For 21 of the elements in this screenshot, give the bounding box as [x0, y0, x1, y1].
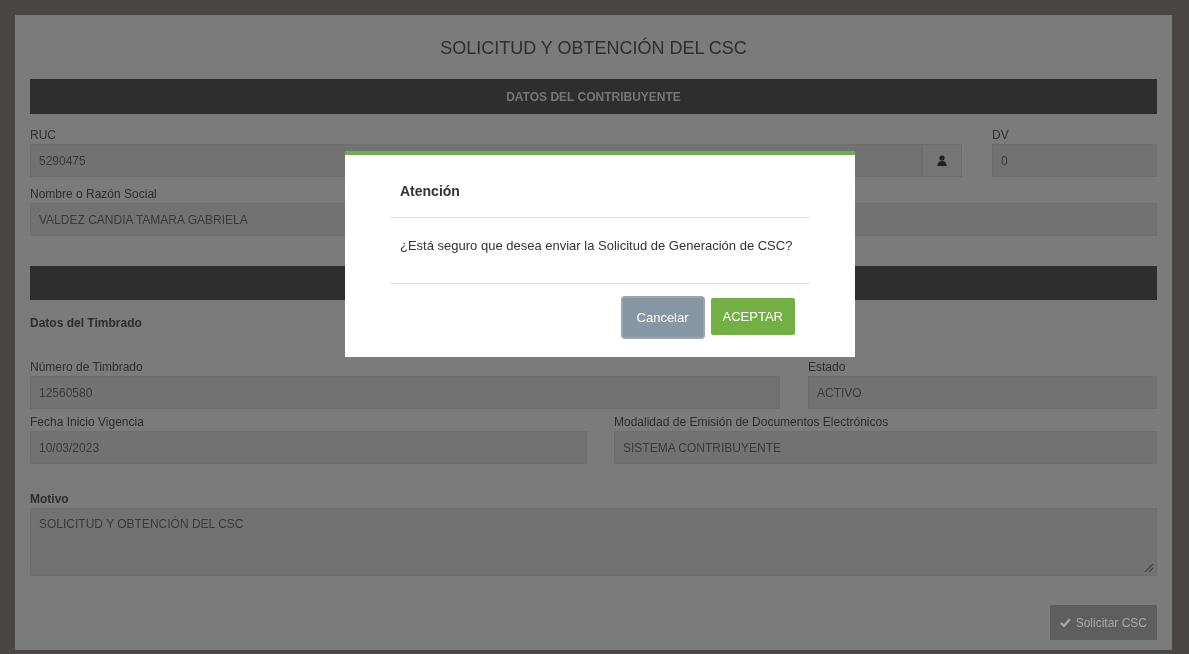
accept-button[interactable]: ACEPTAR: [710, 298, 795, 335]
resize-handle-icon: [1144, 563, 1153, 572]
start-date-field: 10/03/2023: [30, 431, 587, 464]
field-label: Estado: [808, 359, 847, 376]
check-icon: [1059, 618, 1071, 627]
field-label: Nombre o Razón Social: [30, 186, 157, 203]
field-label: Número de Timbrado: [30, 359, 144, 376]
field-label: Fecha Inicio Vigencia: [30, 414, 145, 431]
dialog-title: Atención: [399, 182, 461, 201]
cancel-button[interactable]: Cancelar: [622, 298, 703, 337]
mode-field: SISTEMA CONTRIBUYENTE: [614, 431, 1157, 464]
dialog-message: ¿Está seguro que desea enviar la Solicitud de Generación de CSC?: [399, 237, 794, 255]
field-label: Motivo: [30, 491, 70, 508]
field-label: DV: [992, 127, 1010, 144]
page-title: SOLICITUD Y OBTENCIÓN DEL CSC: [439, 36, 748, 60]
field-label: Modalidad de Emisión de Documentos Electrónicos: [614, 414, 890, 431]
field-label: RUC: [30, 127, 57, 144]
section-subtitle: Datos del Timbrado: [30, 315, 142, 332]
stamp-number-field: 12560580: [30, 376, 780, 409]
section-header-bar: DATOS DEL CONTRIBUYENTE: [30, 79, 1157, 114]
status-field: ACTIVO: [808, 376, 1157, 409]
